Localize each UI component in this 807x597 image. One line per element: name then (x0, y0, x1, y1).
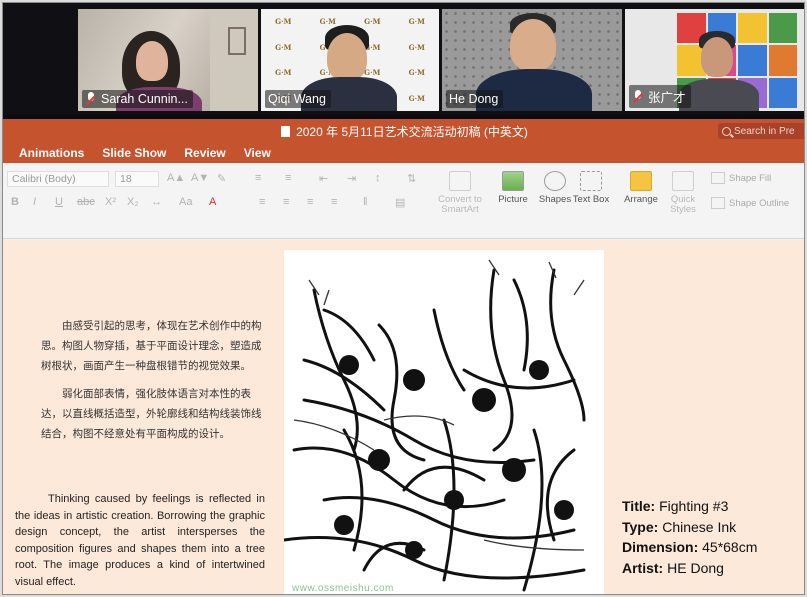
search-icon (722, 126, 731, 136)
participant-face (136, 41, 168, 81)
video-tile-1[interactable]: Sarah Cunnin... (78, 9, 258, 111)
align-left-icon[interactable]: ≡ (259, 196, 265, 208)
bullets-icon[interactable]: ≡ (255, 172, 261, 184)
strikethrough-button[interactable]: abc (77, 196, 95, 208)
ribbon-toolbar: Calibri (Body) 18 A▲ A▼ ✎ B I U abc X² X… (3, 163, 804, 239)
participant-face (701, 37, 733, 77)
chinese-description: 由感受引起的思考，体现在艺术创作中的构思。构图人物穿插，基于平面设计理念，塑造成… (41, 320, 262, 440)
name-tag: Sarah Cunnin... (82, 90, 193, 108)
participant-name: He Dong (449, 92, 499, 106)
smartart-icon (449, 171, 471, 191)
info-artist: Artist: HE Dong (622, 559, 724, 576)
align-text-icon[interactable]: ▤ (395, 196, 405, 209)
artwork-info: Title: Fighting #3 Type: Chinese Ink Dim… (622, 496, 757, 578)
arrange-button[interactable]: Arrange (619, 171, 663, 205)
arrange-icon (630, 171, 652, 191)
video-tile-3[interactable]: He Dong (442, 9, 622, 111)
participant-name: Sarah Cunnin... (101, 92, 188, 106)
font-color-icon[interactable]: A (209, 196, 216, 208)
video-tile-2[interactable]: G·MG·MG·MG·M G·MG·MG·MG·M G·MG·MG·MG·M G… (261, 9, 439, 111)
picture-icon (502, 171, 524, 191)
text-box-button[interactable]: Text Box (571, 171, 611, 205)
increase-font-icon[interactable]: A▲ (167, 172, 185, 184)
italic-button[interactable]: I (33, 196, 36, 208)
name-tag: He Dong (446, 90, 504, 108)
justify-icon[interactable]: ≡ (331, 196, 337, 208)
tab-slide-show[interactable]: Slide Show (102, 146, 166, 160)
video-tile-4[interactable]: 张广才 (625, 9, 804, 111)
powerpoint-window: 2020 年 5月11日艺术交流活动初稿 (中英文) Search in Pre… (3, 119, 804, 594)
screen-frame: Sarah Cunnin... G·M G·M G·M G·M G·M G·M G·M G·… (2, 2, 805, 595)
participant-face (327, 33, 367, 81)
shape-outline-button[interactable]: Shape Outline (711, 197, 789, 209)
text-direction-icon[interactable]: ⇅ (407, 172, 416, 185)
columns-icon[interactable]: ‖ (363, 196, 368, 208)
participant-face (510, 19, 556, 71)
align-center-icon[interactable]: ≡ (283, 196, 289, 208)
ink-drawing (284, 259, 586, 592)
slide-canvas[interactable]: 由感受引起的思考，体现在艺术创作中的构思。构图人物穿插，基于平面设计理念，塑造成… (3, 240, 804, 594)
participant-name: Qiqi Wang (268, 92, 326, 106)
ribbon-tabs: Animations Slide Show Review View (3, 143, 804, 163)
tab-view[interactable]: View (244, 146, 271, 160)
text-box-icon (580, 171, 602, 191)
align-right-icon[interactable]: ≡ (307, 196, 313, 208)
pen-icon (711, 197, 725, 209)
info-dimension: Dimension: 45*68cm (622, 539, 758, 555)
english-description: Thinking caused by feelings is reflected… (15, 493, 265, 588)
font-name-select[interactable]: Calibri (Body) (7, 171, 109, 187)
convert-smartart-button[interactable]: Convert to SmartArt (436, 171, 484, 215)
shapes-icon (544, 171, 566, 191)
document-title: 2020 年 5月11日艺术交流活动初稿 (中英文) (296, 124, 528, 139)
superscript-button[interactable]: X² (105, 196, 116, 208)
document-icon (281, 125, 291, 137)
info-title: Title: Fighting #3 (622, 498, 729, 514)
window-titlebar: 2020 年 5月11日艺术交流活动初稿 (中英文) Search in Pre (3, 119, 804, 143)
mic-muted-icon (85, 92, 97, 106)
underline-button[interactable]: U (55, 196, 63, 208)
tab-animations[interactable]: Animations (19, 146, 84, 160)
indent-icon[interactable]: ⇥ (347, 172, 356, 185)
search-input[interactable]: Search in Pre (718, 123, 804, 139)
outdent-icon[interactable]: ⇤ (319, 172, 328, 185)
shape-fill-button[interactable]: Shape Fill (711, 172, 771, 184)
participant-shirt (679, 79, 759, 111)
tab-review[interactable]: Review (184, 146, 225, 160)
font-size-select[interactable]: 18 (115, 171, 159, 187)
fill-bucket-icon (711, 172, 725, 184)
quick-styles-button[interactable]: Quick Styles (661, 171, 705, 215)
decrease-font-icon[interactable]: A▼ (191, 172, 209, 184)
mic-muted-icon (632, 89, 644, 104)
bold-button[interactable]: B (11, 196, 19, 208)
line-spacing-icon[interactable]: ↕ (375, 172, 381, 184)
subscript-button[interactable]: X₂ (127, 196, 139, 208)
clear-format-icon[interactable]: ✎ (217, 172, 226, 185)
picture-button[interactable]: Picture (491, 171, 535, 205)
info-type: Type: Chinese Ink (622, 518, 737, 535)
numbering-icon[interactable]: ≡ (285, 172, 291, 184)
artwork-image: www.ossmeishu.com (284, 250, 604, 594)
video-gallery: Sarah Cunnin... G·M G·M G·M G·M G·M G·M G·M G·… (3, 3, 804, 115)
watermark-text: www.ossmeishu.com (292, 583, 394, 594)
quick-styles-icon (672, 171, 694, 191)
change-case-icon[interactable]: Aa (179, 196, 192, 208)
name-tag: Qiqi Wang (265, 90, 331, 108)
char-spacing-icon[interactable]: ↔ (151, 196, 162, 208)
name-tag: 张广才 (629, 85, 691, 108)
participant-name: 张广才 (648, 91, 686, 105)
